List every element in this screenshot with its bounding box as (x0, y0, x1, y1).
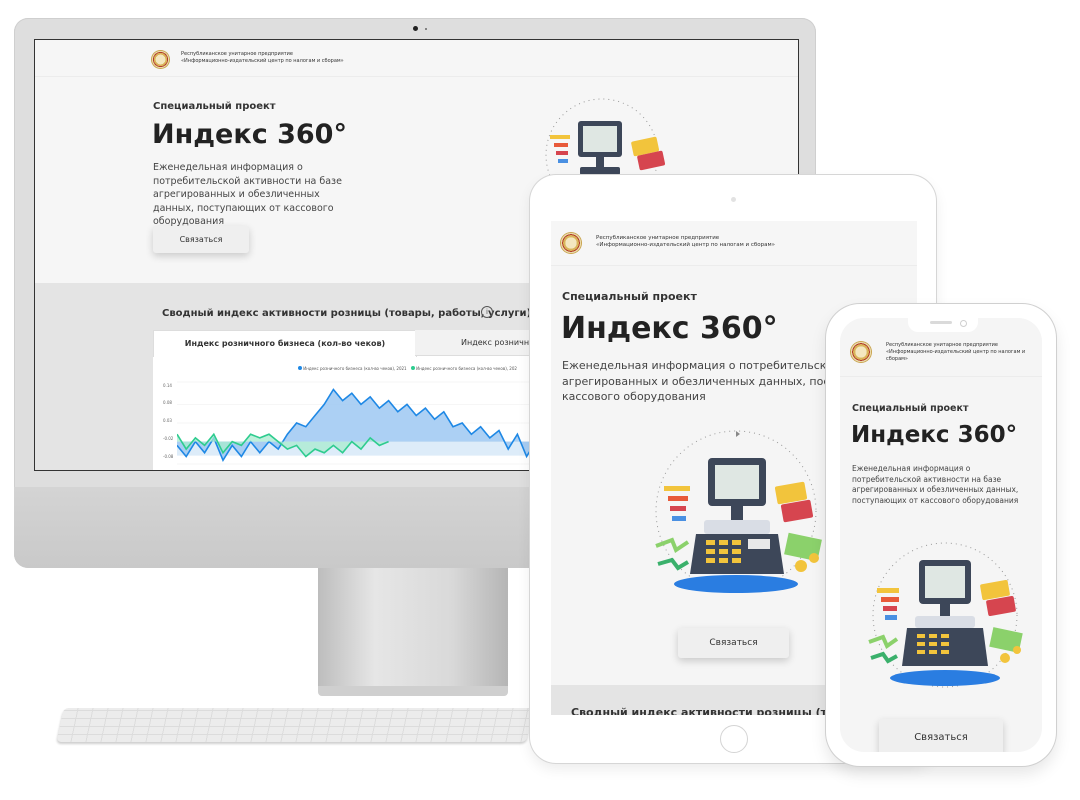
emblem-logo-icon[interactable] (152, 51, 169, 68)
legend-item-2021: Индекс розничного бизнеса (кол-во чеков)… (303, 366, 407, 371)
speaker-icon (930, 321, 952, 324)
hero-title: Индекс 360° (561, 311, 778, 346)
keyboard-icon (56, 708, 534, 742)
hero-kicker: Специальный проект (852, 403, 969, 414)
legend-dot-green (410, 366, 415, 370)
home-button-icon[interactable] (720, 725, 748, 753)
org-name-line2: «Информационно-издательский центр по нал… (596, 242, 775, 249)
hero-title: Индекс 360° (152, 119, 347, 150)
org-name-line1: Республиканское унитарное предприятие (886, 342, 998, 348)
tablet-header: Республиканское унитарное предприятие «И… (551, 221, 917, 266)
hero-description: Еженедельная информация о потребительско… (852, 464, 1019, 505)
info-circle-icon[interactable]: i (481, 306, 493, 318)
camera-icon (413, 26, 418, 31)
org-name: Республиканское унитарное предприятие «И… (596, 235, 775, 250)
y-tick: 0.14 (163, 383, 172, 388)
org-name: Республиканское унитарное предприятие «И… (886, 342, 1036, 362)
y-tick: -0.08 (163, 454, 174, 459)
tab-retail-index[interactable]: Индекс розничного бизнеса (кол-во чеков) (153, 330, 417, 357)
legend-item-2022: Индекс розничного бизнеса (кол-во чеков)… (416, 366, 517, 371)
org-name: Республиканское унитарное предприятие «И… (181, 51, 344, 65)
y-tick: -0.02 (163, 436, 174, 441)
cash-register-illustration (868, 542, 1023, 688)
camera-sensor-icon (425, 28, 427, 30)
org-name-line2: «Информационно-издательский центр по нал… (886, 348, 1026, 362)
y-tick: 0.08 (163, 400, 172, 405)
index-heading: Сводный индекс активности розницы (това (571, 706, 849, 715)
hero-kicker: Специальный проект (153, 101, 276, 112)
legend: Индекс розничного бизнеса (кол-во чеков)… (298, 366, 517, 371)
site-header: Республиканское унитарное предприятие «И… (35, 40, 798, 77)
index-heading: Сводный индекс активности розницы (товар… (162, 308, 532, 319)
imac-stand (318, 568, 508, 686)
contact-button[interactable]: Связаться (879, 719, 1003, 752)
hero-description: Еженедельная информация о потребительско… (153, 162, 342, 227)
emblem-logo-icon[interactable] (561, 233, 581, 253)
cash-register-illustration (655, 430, 822, 593)
tablet-camera-icon (731, 197, 736, 202)
hero-title: Индекс 360° (851, 422, 1018, 448)
emblem-logo-icon[interactable] (851, 342, 871, 362)
phone-screen: Республиканское унитарное предприятие «И… (840, 318, 1042, 752)
legend-dot-blue (298, 366, 302, 370)
contact-button[interactable]: Связаться (678, 628, 789, 658)
org-name-line2: «Информационно-издательский центр по нал… (181, 57, 344, 64)
y-tick: 0.03 (163, 418, 172, 423)
org-name-line1: Республиканское унитарное предприятие (181, 51, 293, 57)
hero-kicker: Специальный проект (562, 290, 697, 303)
front-camera-icon (960, 320, 967, 327)
imac-foot (318, 686, 508, 696)
contact-button[interactable]: Связаться (153, 226, 249, 253)
